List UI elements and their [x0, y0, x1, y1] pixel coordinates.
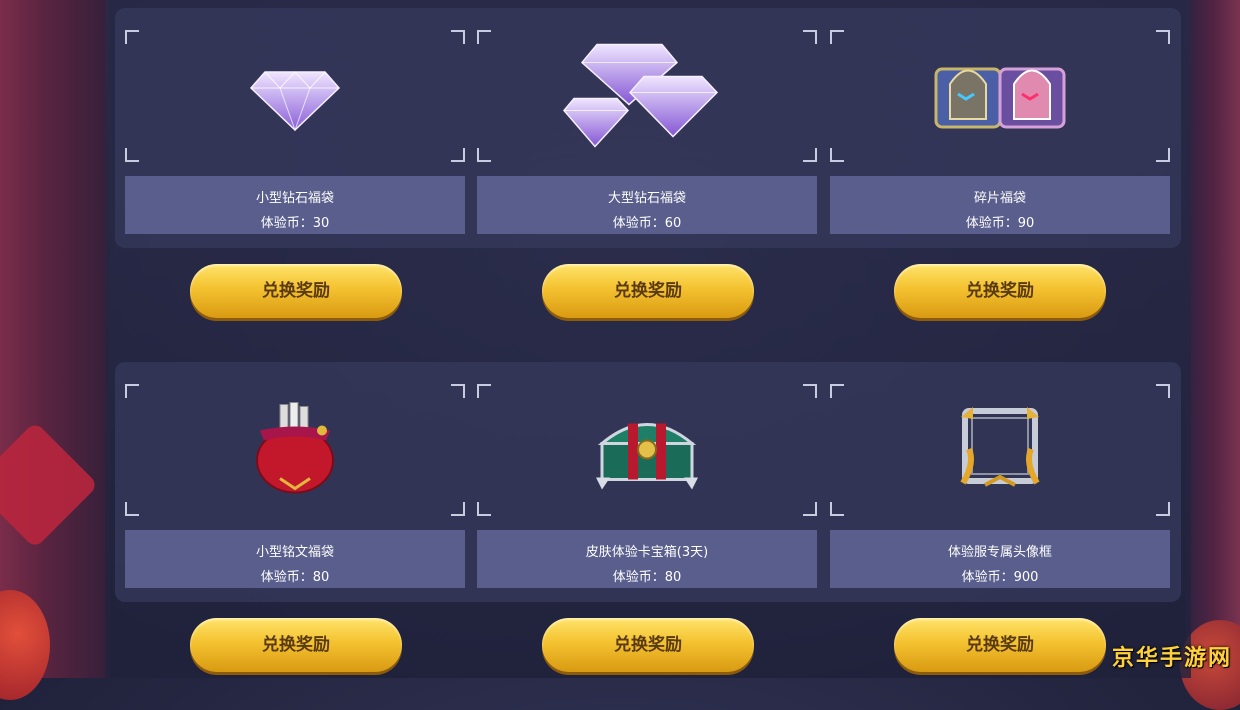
exchange-reward-button[interactable]: 兑换奖励 — [542, 618, 754, 672]
avatar-frame-icon — [960, 407, 1040, 487]
fragment-bag-icon — [934, 67, 1066, 129]
left-background-decoration — [0, 0, 110, 700]
right-background-decoration — [1180, 0, 1240, 710]
large-diamond-bag-icon — [563, 43, 719, 148]
skin-card-chest-icon — [596, 423, 698, 490]
reward-card: 碎片福袋 体验币：90 — [830, 22, 1170, 234]
reward-panel-row-2: 小型铭文福袋 体验币：80 皮肤体验卡宝箱(3天) 体验币：80 体验服专属头像… — [115, 362, 1181, 602]
item-info: 小型铭文福袋 体验币：80 — [125, 530, 465, 588]
item-frame — [477, 376, 817, 516]
reward-panel-row-1: 小型钻石福袋 体验币：30 大型钻石福袋 体验币：60 碎片福袋 体验币：90 — [115, 8, 1181, 248]
reward-exchange-area: 小型钻石福袋 体验币：30 大型钻石福袋 体验币：60 碎片福袋 体验币：90 … — [105, 0, 1191, 678]
reward-card: 小型钻石福袋 体验币：30 — [125, 22, 465, 234]
small-diamond-bag-icon — [249, 71, 341, 132]
reward-card: 皮肤体验卡宝箱(3天) 体验币：80 — [477, 376, 817, 588]
item-frame — [830, 22, 1170, 162]
item-frame — [125, 376, 465, 516]
item-name: 体验服专属头像框 — [947, 545, 1052, 560]
exchange-reward-button[interactable]: 兑换奖励 — [894, 618, 1106, 672]
item-info: 碎片福袋 体验币：90 — [830, 176, 1170, 234]
heart-decoration — [0, 421, 99, 549]
item-name: 小型铭文福袋 — [255, 545, 334, 560]
berry-decoration — [0, 590, 50, 700]
item-info: 大型钻石福袋 体验币：60 — [477, 176, 817, 234]
reward-card: 小型铭文福袋 体验币：80 — [125, 376, 465, 588]
item-name: 皮肤体验卡宝箱(3天) — [585, 545, 709, 560]
item-price: 体验币：900 — [961, 570, 1039, 585]
reward-card: 大型钻石福袋 体验币：60 — [477, 22, 817, 234]
exchange-reward-button[interactable]: 兑换奖励 — [894, 264, 1106, 318]
item-info: 体验服专属头像框 体验币：900 — [830, 530, 1170, 588]
inscription-bag-icon — [256, 402, 334, 494]
exchange-reward-button[interactable]: 兑换奖励 — [190, 618, 402, 672]
item-name: 小型钻石福袋 — [255, 191, 334, 206]
exchange-reward-button[interactable]: 兑换奖励 — [190, 264, 402, 318]
item-frame — [830, 376, 1170, 516]
item-info: 皮肤体验卡宝箱(3天) 体验币：80 — [477, 530, 817, 588]
reward-card: 体验服专属头像框 体验币：900 — [830, 376, 1170, 588]
item-price: 体验币：80 — [260, 570, 330, 585]
item-price: 体验币：80 — [612, 570, 682, 585]
item-info: 小型钻石福袋 体验币：30 — [125, 176, 465, 234]
item-frame — [125, 22, 465, 162]
item-price: 体验币：30 — [260, 216, 330, 231]
item-name: 大型钻石福袋 — [607, 191, 686, 206]
item-frame — [477, 22, 817, 162]
item-price: 体验币：60 — [612, 216, 682, 231]
item-price: 体验币：90 — [965, 216, 1035, 231]
exchange-reward-button[interactable]: 兑换奖励 — [542, 264, 754, 318]
item-name: 碎片福袋 — [973, 191, 1026, 206]
watermark-text: 京华手游网 — [1111, 646, 1232, 671]
